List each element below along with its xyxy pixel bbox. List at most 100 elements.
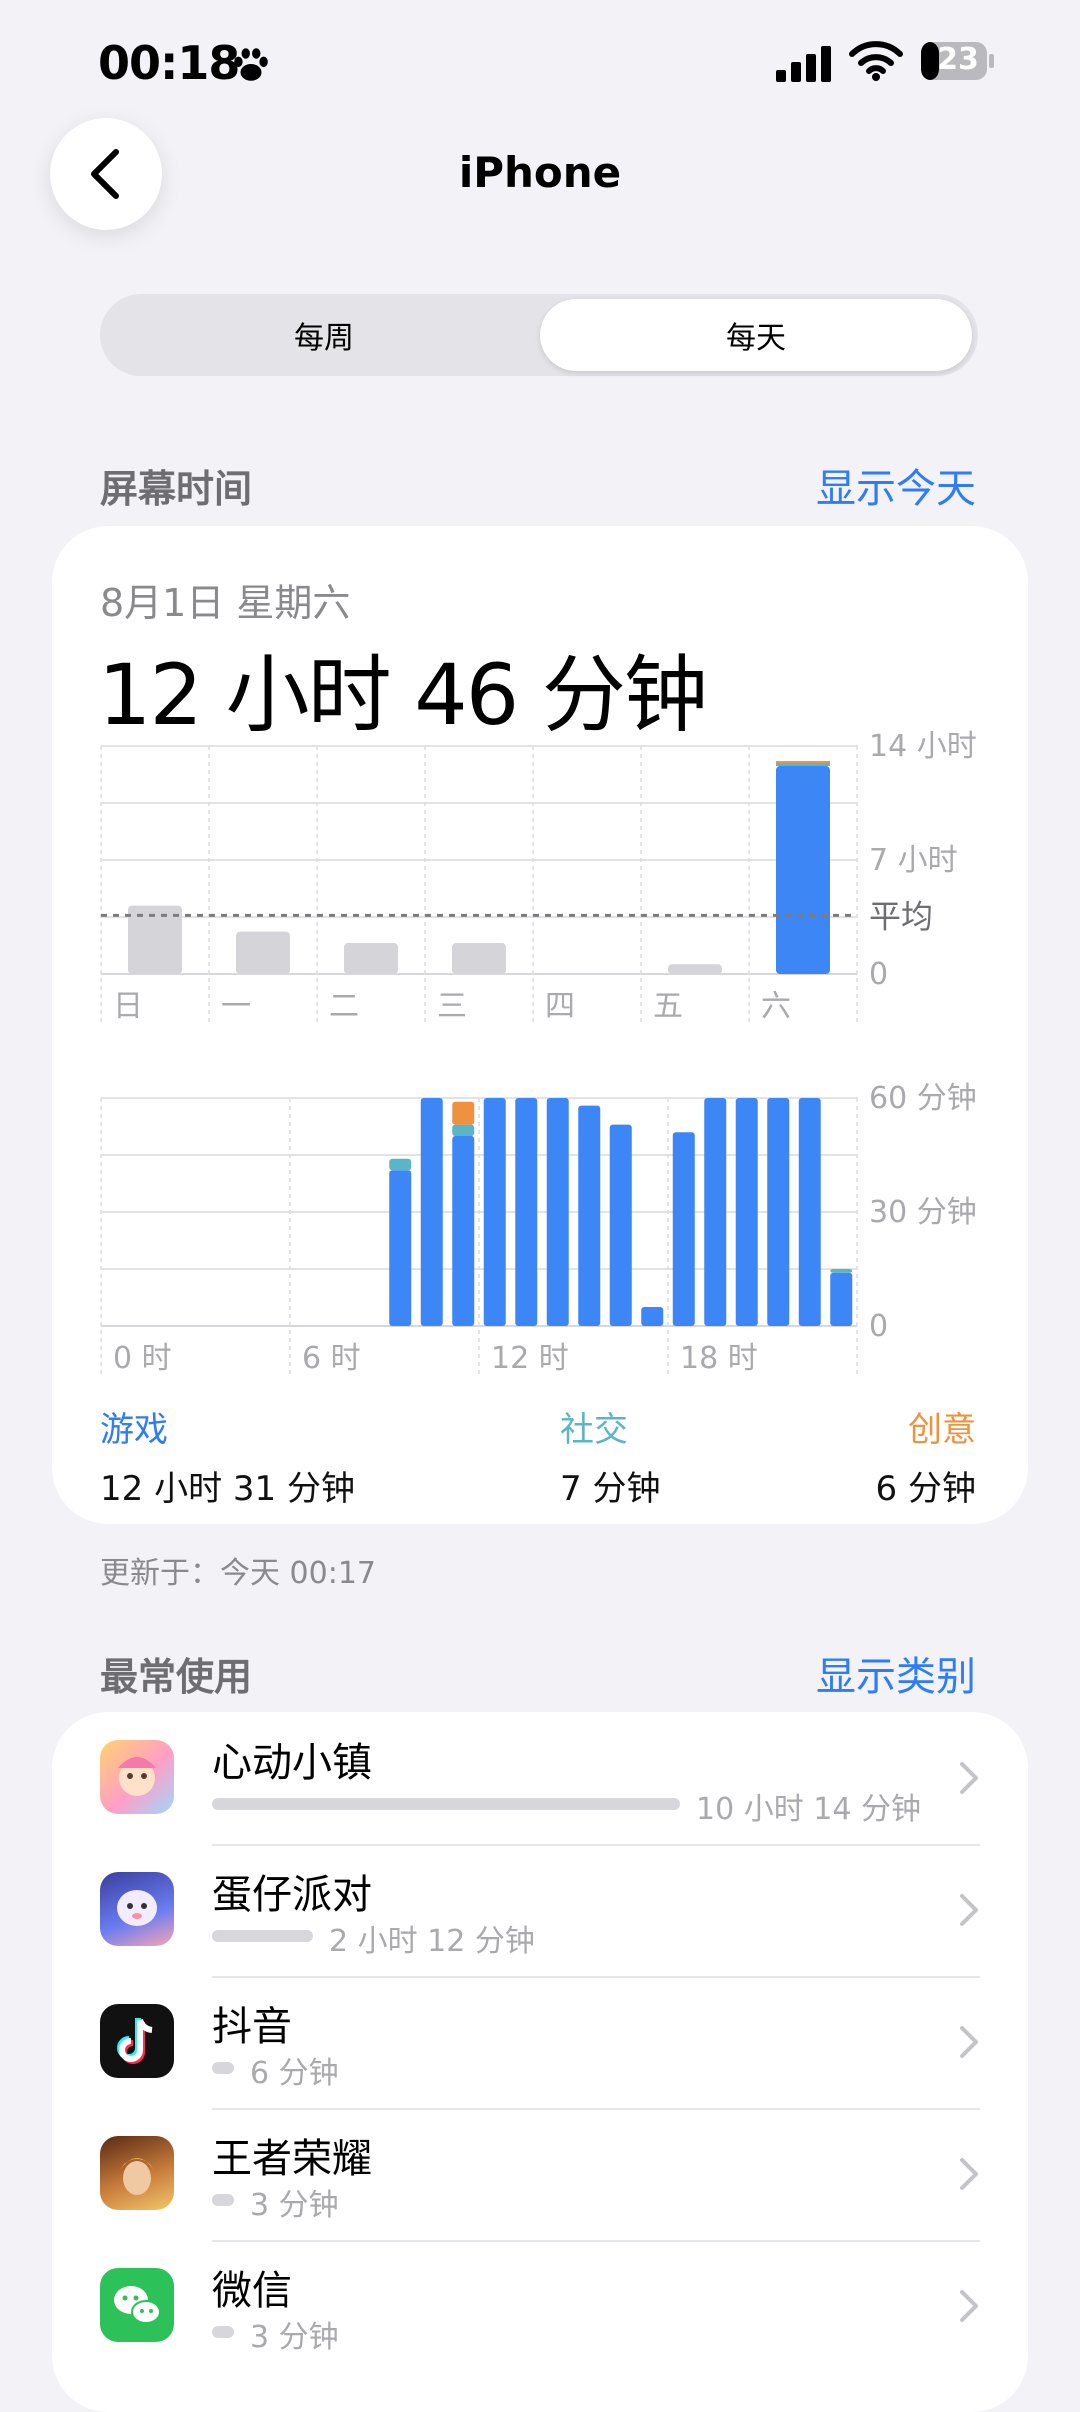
x-tick-label: 二 <box>329 989 359 1024</box>
chevron-right-icon <box>960 2290 978 2322</box>
battery-level: 23 <box>937 42 979 77</box>
show-today-link[interactable]: 显示今天 <box>816 456 976 514</box>
category-name: 游戏 <box>100 1410 168 1450</box>
app-row-douyin[interactable]: 抖音 6 分钟 <box>100 1978 980 2110</box>
signal-icon <box>776 46 831 82</box>
x-tick-label: 五 <box>653 989 683 1024</box>
y-tick-label: 7 小时 <box>869 843 958 878</box>
day-bar-segment-creative <box>776 761 830 764</box>
day-bar <box>236 931 290 974</box>
x-tick-label: 18 时 <box>680 1341 758 1376</box>
hour-bar-segment <box>420 1098 443 1326</box>
date-label: 8月1日 星期六 <box>100 581 351 625</box>
douyin-icon <box>100 2004 174 2078</box>
app-name: 蛋仔派对 <box>212 1872 372 1918</box>
category-social: 社交 7 分钟 <box>560 1402 660 1510</box>
category-creative: 创意 6 分钟 <box>876 1402 976 1510</box>
usage-bar <box>212 1930 313 1942</box>
hour-bar-segment <box>767 1098 790 1326</box>
section-title-most-used: 最常使用 <box>100 1655 253 1699</box>
show-categories-link[interactable]: 显示类别 <box>816 1644 976 1702</box>
usage-bar <box>212 2326 234 2338</box>
day-bar <box>776 766 830 974</box>
x-tick-label: 一 <box>221 989 251 1024</box>
hour-bar-segment <box>830 1269 853 1273</box>
hour-bar-segment <box>578 1105 601 1326</box>
category-value: 6 分钟 <box>875 1469 976 1509</box>
category-name: 社交 <box>560 1410 628 1450</box>
hourly-usage-chart[interactable]: 60 分钟 30 分钟 0 0 时 6 时 12 时 18 时 <box>0 1082 1080 1382</box>
usage-bar <box>212 2062 234 2074</box>
hour-bar-segment <box>389 1158 412 1171</box>
day-bar <box>344 943 398 974</box>
segment-weekly[interactable]: 每周 <box>108 299 540 371</box>
chevron-right-icon <box>960 1894 978 1926</box>
x-tick-label: 0 时 <box>113 1341 172 1376</box>
app-row-wechat[interactable]: 微信 3 分钟 <box>100 2242 980 2374</box>
y-tick-label: 0 <box>869 1309 888 1344</box>
hour-bar-segment <box>672 1132 695 1326</box>
battery-icon: 23 <box>920 40 996 82</box>
hour-bar-segment <box>452 1136 475 1326</box>
x-tick-label: 12 时 <box>491 1341 569 1376</box>
app-name: 微信 <box>212 2268 292 2314</box>
y-tick-label: 30 分钟 <box>869 1195 977 1230</box>
hour-bar-segment <box>515 1098 538 1326</box>
category-name: 创意 <box>908 1410 976 1450</box>
usage-time: 10 小时 14 分钟 <box>696 1792 921 1827</box>
wechat-icon <box>100 2268 174 2342</box>
updated-time: 更新于：今天 00:17 <box>100 1556 376 1591</box>
status-time: 00:18 <box>98 36 240 90</box>
hour-bar-segment <box>546 1098 569 1326</box>
category-value: 12 小时 31 分钟 <box>100 1469 355 1509</box>
category-games: 游戏 12 小时 31 分钟 <box>100 1402 355 1510</box>
app-row-honor-of-kings[interactable]: 王者荣耀 3 分钟 <box>100 2110 980 2242</box>
y-tick-label: 14 小时 <box>869 730 977 764</box>
chevron-right-icon <box>960 1762 978 1794</box>
day-bar-segment-social <box>776 763 830 767</box>
x-tick-label: 六 <box>761 989 791 1024</box>
weekly-usage-chart[interactable]: 平均 14 小时 7 小时 0 日 一 二 三 四 五 六 <box>0 730 1080 1030</box>
usage-time: 6 分钟 <box>250 2056 339 2091</box>
hour-bar-segment <box>389 1170 412 1326</box>
hour-bar-segment <box>830 1272 853 1326</box>
app-name: 王者荣耀 <box>212 2136 372 2182</box>
x-tick-label: 四 <box>545 989 575 1024</box>
page-title: iPhone <box>458 148 622 197</box>
app-row-xindong[interactable]: 心动小镇 10 小时 14 分钟 <box>100 1714 980 1846</box>
usage-bar <box>212 2194 234 2206</box>
honor-of-kings-icon <box>100 2136 174 2210</box>
x-tick-label: 6 时 <box>302 1341 361 1376</box>
xindong-town-icon <box>100 1740 174 1814</box>
paw-icon <box>234 48 268 81</box>
hour-bar-segment <box>452 1101 475 1125</box>
hour-bar-segment <box>704 1098 727 1326</box>
hour-bar-segment <box>452 1124 475 1136</box>
y-tick-label: 0 <box>869 957 888 992</box>
period-segmented-control: 每周 每天 <box>100 294 978 376</box>
category-value: 7 分钟 <box>560 1469 661 1509</box>
day-bar <box>668 964 722 974</box>
average-label: 平均 <box>869 897 933 935</box>
eggy-party-icon <box>100 1872 174 1946</box>
app-name: 心动小镇 <box>212 1740 372 1786</box>
section-title-screen-time: 屏幕时间 <box>100 467 253 511</box>
hour-bar-segment <box>641 1307 664 1326</box>
usage-time: 3 分钟 <box>250 2188 339 2223</box>
app-row-eggy-party[interactable]: 蛋仔派对 2 小时 12 分钟 <box>100 1846 980 1978</box>
hour-bar-segment <box>798 1098 821 1326</box>
usage-time: 2 小时 12 分钟 <box>329 1924 535 1959</box>
hour-bar-segment <box>735 1098 758 1326</box>
hour-bar-segment <box>483 1098 506 1326</box>
wifi-icon <box>849 41 903 81</box>
segment-daily[interactable]: 每天 <box>540 299 972 371</box>
chevron-right-icon <box>960 2026 978 2058</box>
chevron-right-icon <box>960 2158 978 2190</box>
hour-bar-segment <box>609 1124 632 1326</box>
y-tick-label: 60 分钟 <box>869 1082 977 1116</box>
app-name: 抖音 <box>212 2004 292 2050</box>
usage-bar <box>212 1798 680 1810</box>
x-tick-label: 三 <box>437 989 467 1024</box>
usage-time: 3 分钟 <box>250 2320 339 2355</box>
x-tick-label: 日 <box>113 989 143 1024</box>
